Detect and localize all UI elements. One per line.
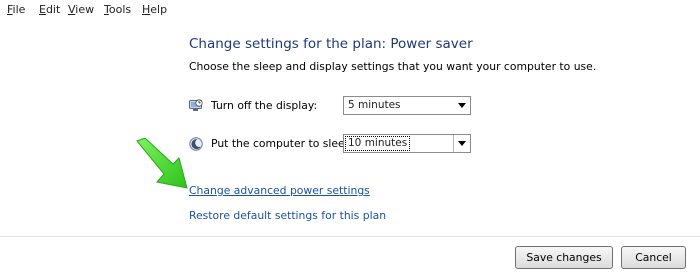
save-changes-button[interactable]: Save changes [515,246,613,269]
sleep-timeout-value: 10 minutes [345,136,411,151]
display-timeout-value: 5 minutes [348,99,401,111]
page-subtitle: Choose the sleep and display settings th… [189,60,597,73]
sleep-timeout-label: Put the computer to sleep: [211,137,356,150]
advanced-power-settings-link[interactable]: Change advanced power settings [189,184,370,197]
chevron-down-icon [453,135,470,152]
restore-defaults-link[interactable]: Restore default settings for this plan [189,209,386,222]
footer-divider [0,236,700,237]
menu-file[interactable]: File [6,0,26,20]
menu-tools[interactable]: Tools [103,0,132,20]
page-title: Change settings for the plan: Power save… [189,36,473,52]
sleep-timeout-select[interactable]: 10 minutes [343,134,471,153]
chevron-down-icon [454,97,470,114]
display-timeout-label: Turn off the display: [211,99,318,112]
moon-sleep-icon [189,136,203,151]
menu-edit[interactable]: Edit [38,0,61,20]
menu-help[interactable]: Help [141,0,168,20]
cancel-button[interactable]: Cancel [621,246,686,269]
menu-bar: File Edit View Tools Help [0,0,700,20]
menu-view[interactable]: View [67,0,95,20]
monitor-clock-icon [189,98,203,112]
display-timeout-select[interactable]: 5 minutes [343,96,471,115]
green-pointer-arrow-icon [133,137,191,194]
